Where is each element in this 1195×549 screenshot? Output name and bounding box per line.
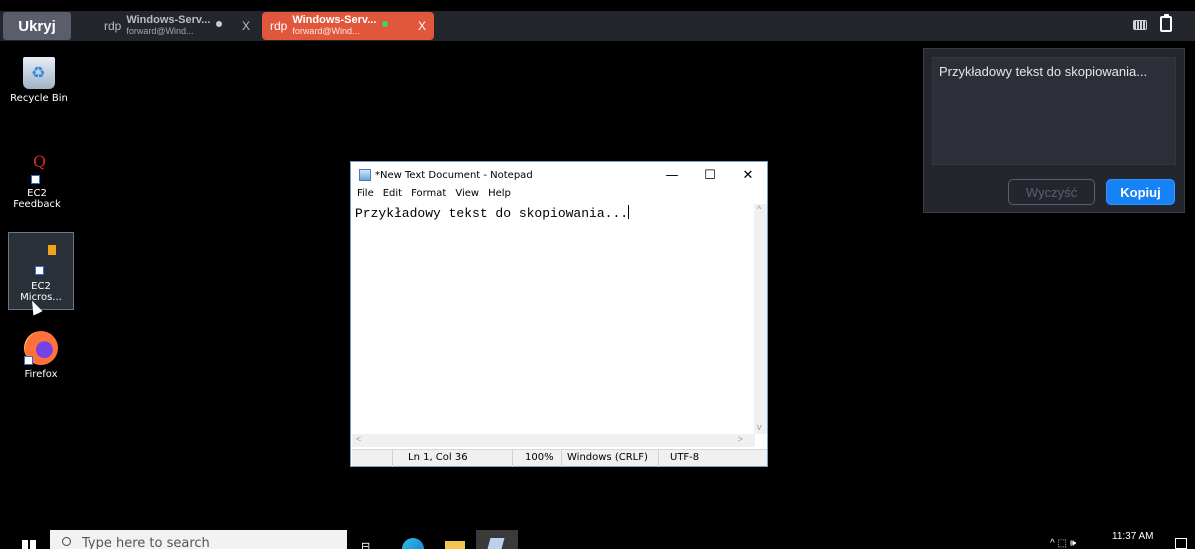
ec2-package-icon xyxy=(25,245,57,277)
status-dot-icon xyxy=(216,21,223,27)
minimize-button[interactable]: — xyxy=(653,168,691,183)
menu-help[interactable]: Help xyxy=(488,188,511,204)
clipboard-icon[interactable] xyxy=(1160,14,1172,32)
windows-start-icon[interactable] xyxy=(22,540,36,549)
notepad-icon xyxy=(359,169,371,181)
tab-subtitle: forward@Wind... xyxy=(292,26,360,36)
desktop-icon-label-line2: Micros... xyxy=(20,292,62,303)
tab-title: Windows-Serv... xyxy=(292,14,377,26)
window-title: *New Text Document - Notepad xyxy=(375,169,533,181)
clipboard-panel: Przykładowy tekst do skopiowania... Wycz… xyxy=(923,48,1185,213)
close-tab-button[interactable]: X xyxy=(242,19,250,33)
taskbar-clock[interactable]: 11:37 AM xyxy=(1112,531,1154,542)
connection-tab-2[interactable]: rdp Windows-Serv... forward@Wind... X xyxy=(262,12,434,40)
notepad-taskbar-icon[interactable] xyxy=(476,530,518,549)
tab-title: Windows-Serv... xyxy=(126,14,211,26)
shortcut-arrow-icon xyxy=(24,356,33,365)
close-button[interactable]: ✕ xyxy=(729,168,767,183)
clear-button[interactable]: Wyczyść xyxy=(1008,179,1095,205)
connection-tab-1[interactable]: rdp Windows-Serv... forward@Wind... X xyxy=(96,12,258,40)
search-icon xyxy=(62,537,71,546)
file-explorer-icon[interactable] xyxy=(445,541,465,549)
desktop-icon-label: EC2 Feedback xyxy=(13,188,61,210)
recycle-bin-icon xyxy=(23,57,55,89)
taskbar-search-box[interactable]: Type here to search xyxy=(50,530,347,549)
keyboard-icon[interactable] xyxy=(1133,20,1147,30)
hide-button[interactable]: Ukryj xyxy=(3,12,71,40)
edge-browser-icon[interactable] xyxy=(402,538,424,549)
notepad-title-bar[interactable]: *New Text Document - Notepad — ☐ ✕ xyxy=(351,162,767,188)
status-line-ending: Windows (CRLF) xyxy=(567,452,648,463)
menu-bar: File Edit Format View Help xyxy=(351,188,767,204)
close-tab-button[interactable]: X xyxy=(418,19,426,33)
ec2-feedback-icon: Q xyxy=(21,152,53,184)
status-zoom: 100% xyxy=(525,452,554,463)
horizontal-scrollbar[interactable]: < > xyxy=(352,434,755,447)
desktop-icon-label-line1: EC2 xyxy=(31,281,51,292)
menu-edit[interactable]: Edit xyxy=(383,188,402,204)
client-toolbar: Ukryj rdp Windows-Serv... forward@Wind..… xyxy=(0,11,1195,41)
menu-view[interactable]: View xyxy=(455,188,479,204)
connected-dot-icon xyxy=(382,21,389,27)
status-cursor-position: Ln 1, Col 36 xyxy=(408,452,468,463)
shortcut-arrow-icon xyxy=(31,175,40,184)
maximize-button[interactable]: ☐ xyxy=(691,168,729,183)
menu-file[interactable]: File xyxy=(357,188,374,204)
desktop-icon-label: Recycle Bin xyxy=(10,93,68,104)
firefox-icon xyxy=(24,331,58,365)
text-editor-area[interactable]: Przykładowy tekst do skopiowania... xyxy=(352,204,756,434)
desktop-icon-recycle-bin[interactable]: Recycle Bin xyxy=(4,57,74,104)
desktop-icon-firefox[interactable]: Firefox xyxy=(6,331,76,380)
status-encoding: UTF-8 xyxy=(670,452,700,463)
tab-protocol: rdp xyxy=(270,19,288,33)
text-caret xyxy=(628,205,630,219)
system-tray-icons[interactable]: ^ ⬚ 🕪 xyxy=(1050,538,1076,549)
copy-button[interactable]: Kopiuj xyxy=(1106,179,1175,205)
scroll-right-icon[interactable]: > xyxy=(738,434,743,444)
scroll-left-icon[interactable]: < xyxy=(356,434,361,444)
menu-format[interactable]: Format xyxy=(411,188,446,204)
clipboard-textarea[interactable]: Przykładowy tekst do skopiowania... xyxy=(932,57,1176,165)
desktop-icon-ec2-feedback[interactable]: Q EC2 Feedback xyxy=(2,152,72,210)
tab-subtitle: forward@Wind... xyxy=(126,26,194,36)
tab-protocol: rdp xyxy=(104,19,122,33)
vertical-scrollbar[interactable] xyxy=(754,204,767,434)
search-placeholder: Type here to search xyxy=(82,536,210,549)
taskbar: Type here to search ⊟ ^ ⬚ 🕪 11:37 AM xyxy=(0,530,1195,549)
desktop-icon-ec2-micros[interactable]: EC2 Micros... xyxy=(6,245,76,303)
desktop-icon-label: Firefox xyxy=(24,369,58,380)
task-view-icon[interactable]: ⊟ xyxy=(361,540,370,549)
editor-text: Przykładowy tekst do skopiowania... xyxy=(355,206,629,221)
notepad-window: *New Text Document - Notepad — ☐ ✕ File … xyxy=(350,161,768,467)
shortcut-arrow-icon xyxy=(35,266,44,275)
status-bar: Ln 1, Col 36 100% Windows (CRLF) UTF-8 xyxy=(352,449,767,467)
notification-center-icon[interactable] xyxy=(1175,538,1187,549)
